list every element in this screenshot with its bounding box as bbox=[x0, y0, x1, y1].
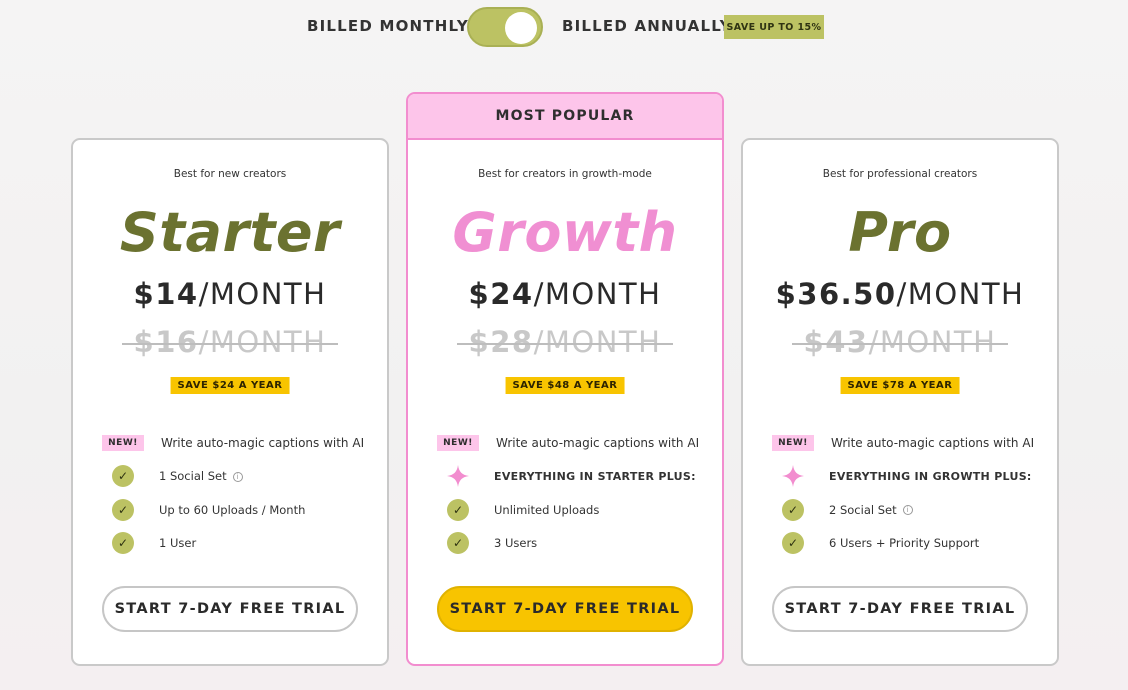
billing-toggle-row: BILLED MONTHLY BILLED ANNUALLY SAVE UP T… bbox=[0, 7, 1128, 47]
new-badge: NEW! bbox=[437, 434, 479, 451]
feature-item: ✓ 1 Social Set i bbox=[103, 460, 377, 494]
check-icon: ✓ bbox=[447, 532, 469, 555]
feature-text: EVERYTHING IN STARTER PLUS: bbox=[494, 469, 696, 483]
save-per-year-badge: SAVE $78 A YEAR bbox=[840, 377, 960, 394]
feature-text: Write auto-magic captions with AI bbox=[831, 435, 1035, 450]
info-icon[interactable]: i bbox=[232, 471, 243, 482]
new-badge: NEW! bbox=[102, 434, 144, 451]
feature-text: 6 Users + Priority Support bbox=[829, 536, 980, 551]
plan-tagline: Best for professional creators bbox=[822, 168, 978, 180]
plan-price: $24/MONTH bbox=[408, 274, 722, 314]
new-badge: NEW! bbox=[772, 434, 814, 451]
price-amount: $14 bbox=[133, 277, 199, 311]
plan-card-pro: Best for professional creators Pro $36.5… bbox=[741, 138, 1059, 666]
plan-card-starter: Best for new creators Starter $14/MONTH … bbox=[71, 138, 389, 666]
feature-item: NEW! Write auto-magic captions with AI bbox=[772, 426, 1047, 460]
plan-card-growth: MOST POPULAR Best for creators in growth… bbox=[406, 92, 724, 666]
billed-annually-label[interactable]: BILLED ANNUALLY bbox=[562, 17, 732, 35]
price-period: /MONTH bbox=[533, 277, 662, 311]
most-popular-banner: MOST POPULAR bbox=[408, 94, 722, 140]
feature-item: ✓ 1 User bbox=[103, 527, 377, 561]
feature-item: NEW! Write auto-magic captions with AI bbox=[102, 426, 377, 460]
plan-tagline: Best for creators in growth-mode bbox=[478, 168, 652, 180]
plan-old-price: $28/MONTH bbox=[408, 322, 722, 362]
plan-price: $36.50/MONTH bbox=[743, 274, 1057, 314]
start-trial-button[interactable]: START 7-DAY FREE TRIAL bbox=[437, 586, 693, 632]
info-icon[interactable]: i bbox=[902, 505, 913, 516]
billed-monthly-label[interactable]: BILLED MONTHLY bbox=[307, 17, 469, 35]
old-price-amount: $43 bbox=[803, 325, 869, 359]
check-icon: ✓ bbox=[112, 498, 134, 521]
sparkle-icon bbox=[782, 465, 804, 488]
price-period: /MONTH bbox=[198, 277, 327, 311]
plan-old-price: $43/MONTH bbox=[743, 322, 1057, 362]
feature-item: ✓ 2 Social Set i bbox=[773, 493, 1047, 527]
old-price-amount: $28 bbox=[468, 325, 534, 359]
feature-list: NEW! Write auto-magic captions with AI E… bbox=[437, 426, 712, 561]
plan-tagline: Best for new creators bbox=[173, 168, 287, 180]
feature-item: ✓ 3 Users bbox=[438, 527, 712, 561]
price-amount: $24 bbox=[468, 277, 534, 311]
feature-list: NEW! Write auto-magic captions with AI ✓… bbox=[102, 426, 377, 561]
feature-item: ✓ 6 Users + Priority Support bbox=[773, 527, 1047, 561]
check-icon: ✓ bbox=[112, 532, 134, 555]
feature-item: ✓ Unlimited Uploads bbox=[438, 493, 712, 527]
save-up-to-badge: SAVE UP TO 15% bbox=[724, 15, 824, 39]
feature-item: ✓ Up to 60 Uploads / Month bbox=[103, 493, 377, 527]
feature-text: 2 Social Set bbox=[829, 502, 897, 517]
old-price-amount: $16 bbox=[133, 325, 199, 359]
plan-old-price: $16/MONTH bbox=[73, 322, 387, 362]
feature-item: EVERYTHING IN GROWTH PLUS: bbox=[773, 460, 1047, 494]
feature-text: Write auto-magic captions with AI bbox=[496, 435, 700, 450]
strikethrough-line bbox=[791, 343, 1009, 345]
strikethrough-line bbox=[121, 343, 339, 345]
feature-text: Unlimited Uploads bbox=[494, 502, 600, 517]
check-icon: ✓ bbox=[112, 465, 134, 488]
check-icon: ✓ bbox=[447, 498, 469, 521]
old-price-period: /MONTH bbox=[198, 325, 327, 359]
save-per-year-badge: SAVE $48 A YEAR bbox=[505, 377, 625, 394]
check-icon: ✓ bbox=[782, 532, 804, 555]
strikethrough-line bbox=[456, 343, 674, 345]
plan-name: Growth bbox=[452, 201, 678, 264]
feature-text: 1 User bbox=[159, 536, 197, 551]
feature-item: EVERYTHING IN STARTER PLUS: bbox=[438, 460, 712, 494]
billing-toggle-switch[interactable] bbox=[467, 7, 543, 47]
save-per-year-badge: SAVE $24 A YEAR bbox=[170, 377, 290, 394]
plan-price: $14/MONTH bbox=[73, 274, 387, 314]
price-period: /MONTH bbox=[896, 277, 1025, 311]
feature-text: 3 Users bbox=[494, 536, 538, 551]
price-amount: $36.50 bbox=[775, 277, 897, 311]
feature-text: Write auto-magic captions with AI bbox=[161, 435, 365, 450]
feature-item: NEW! Write auto-magic captions with AI bbox=[437, 426, 712, 460]
start-trial-button[interactable]: START 7-DAY FREE TRIAL bbox=[102, 586, 358, 632]
toggle-knob bbox=[505, 12, 537, 44]
old-price-period: /MONTH bbox=[533, 325, 662, 359]
sparkle-icon bbox=[447, 465, 469, 488]
check-icon: ✓ bbox=[782, 498, 804, 521]
plan-name: Starter bbox=[119, 201, 341, 264]
old-price-period: /MONTH bbox=[868, 325, 997, 359]
feature-text: Up to 60 Uploads / Month bbox=[159, 502, 306, 517]
feature-text: EVERYTHING IN GROWTH PLUS: bbox=[829, 469, 1032, 483]
feature-list: NEW! Write auto-magic captions with AI E… bbox=[772, 426, 1047, 561]
plan-name: Pro bbox=[848, 201, 952, 264]
feature-text: 1 Social Set bbox=[159, 469, 227, 484]
start-trial-button[interactable]: START 7-DAY FREE TRIAL bbox=[772, 586, 1028, 632]
